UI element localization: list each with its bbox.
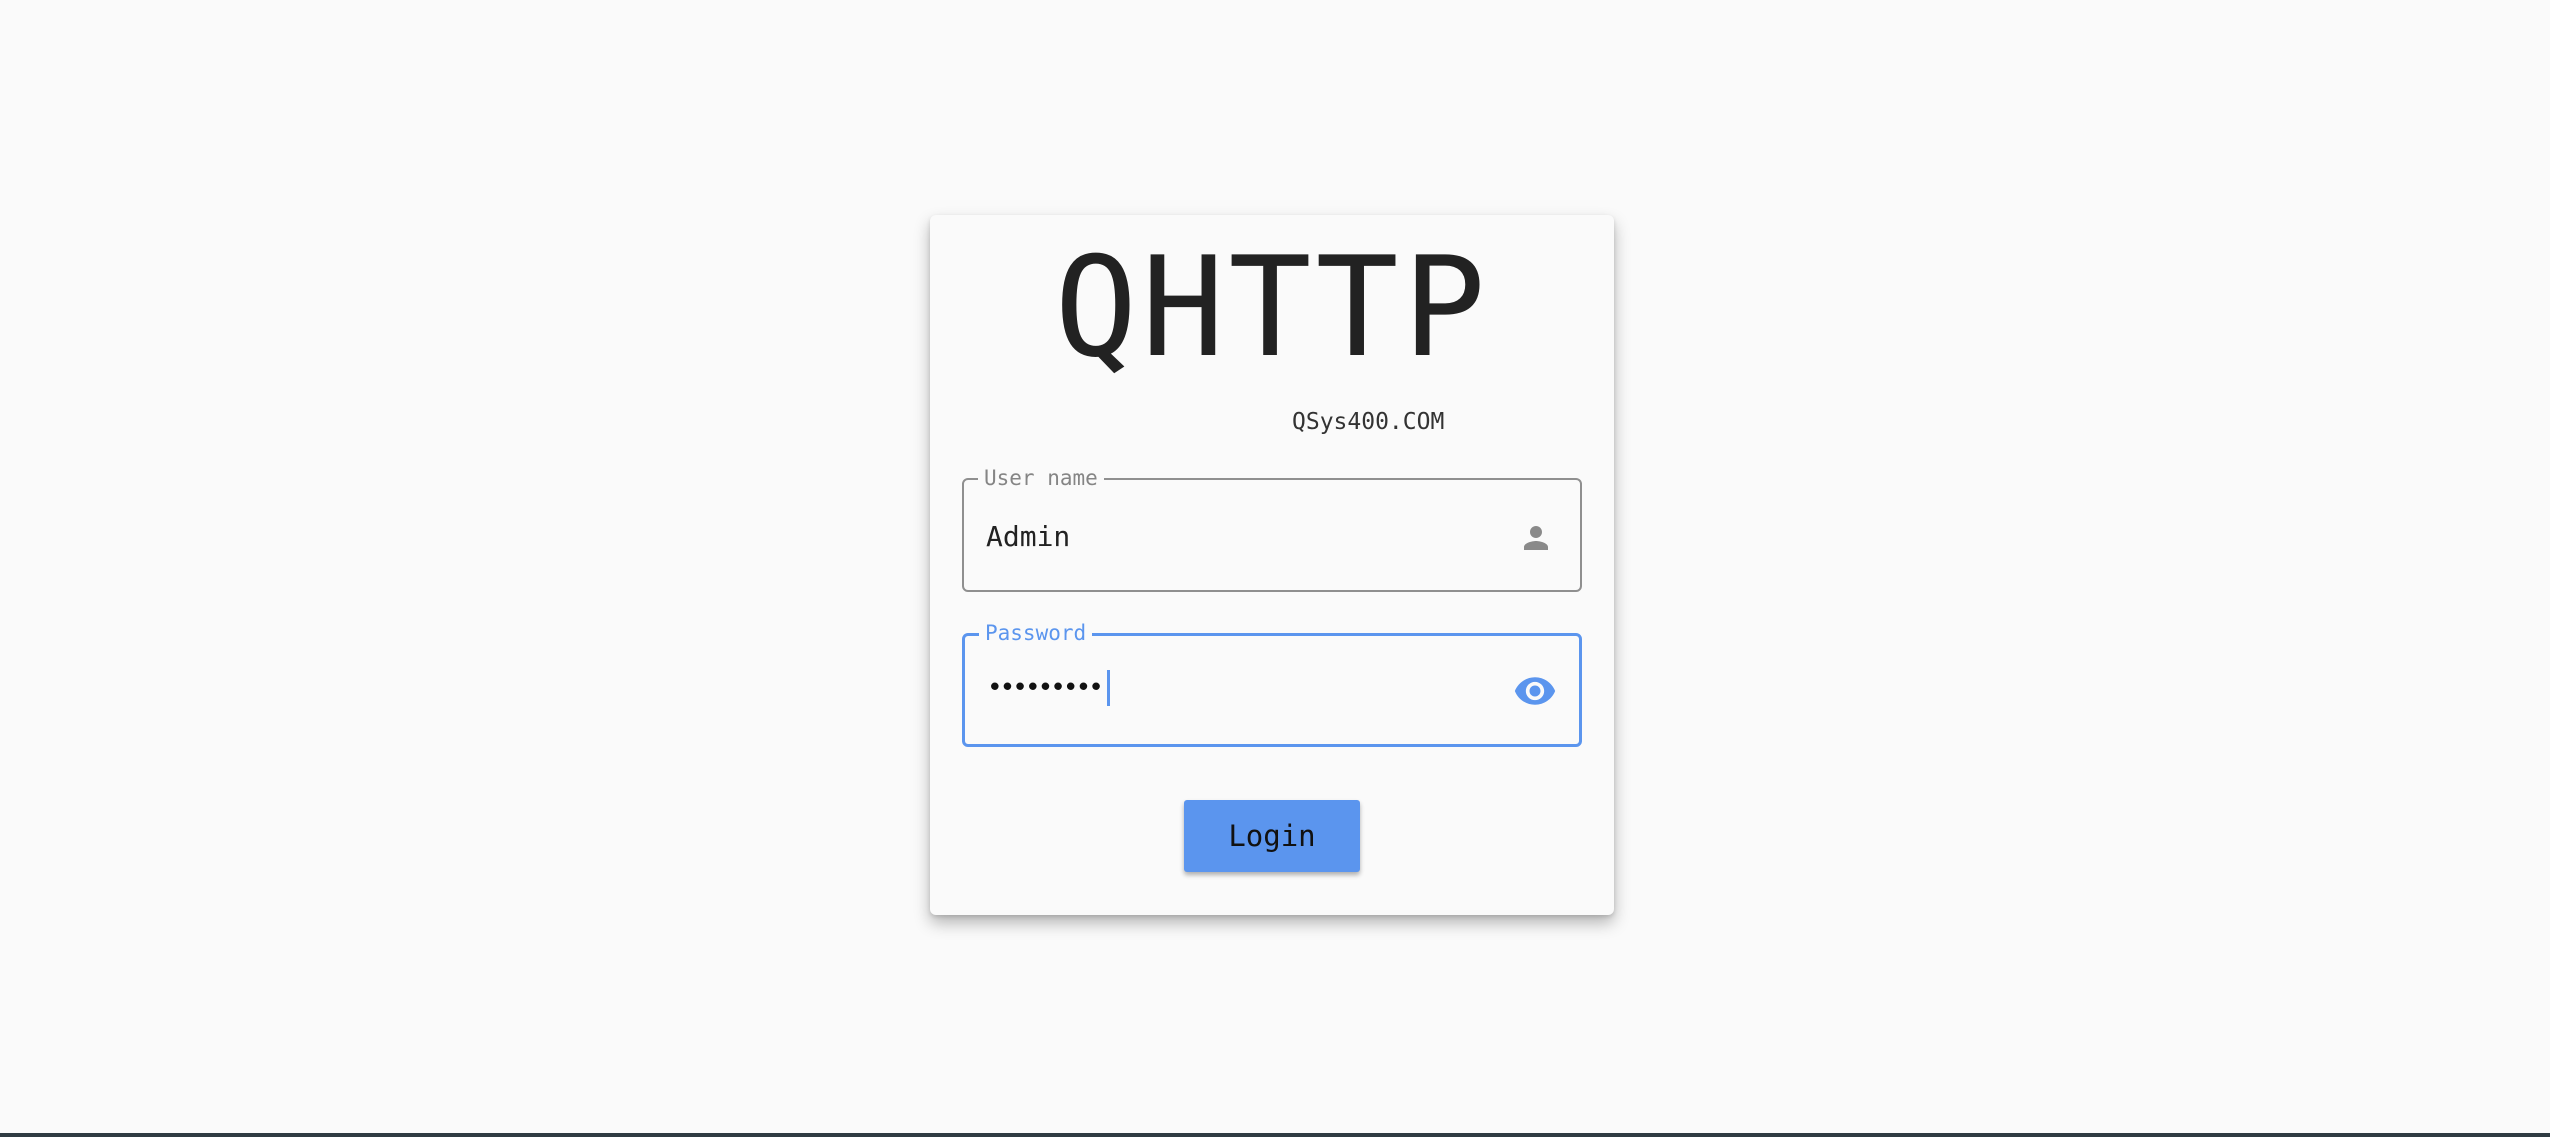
eye-icon[interactable]	[1513, 669, 1557, 713]
person-icon	[1514, 516, 1558, 560]
text-caret	[1106, 670, 1110, 706]
username-input[interactable]: Admin	[986, 516, 1070, 556]
app-subtitle: QSys400.COM	[1292, 409, 1445, 435]
password-field[interactable]: Password •••••••••	[962, 621, 1582, 747]
username-label: User name	[978, 466, 1104, 490]
password-masked-value: •••••••••	[987, 673, 1104, 703]
password-input[interactable]: •••••••••	[987, 668, 1110, 708]
bottom-edge-bar	[0, 1133, 2550, 1137]
password-label: Password	[979, 621, 1093, 645]
app-logo-title: QHTTP	[1054, 227, 1490, 388]
username-field[interactable]: User name Admin	[962, 466, 1582, 592]
login-card: QHTTP QSys400.COM User name Admin Passwo…	[930, 215, 1614, 915]
login-button[interactable]: Login	[1184, 800, 1360, 872]
